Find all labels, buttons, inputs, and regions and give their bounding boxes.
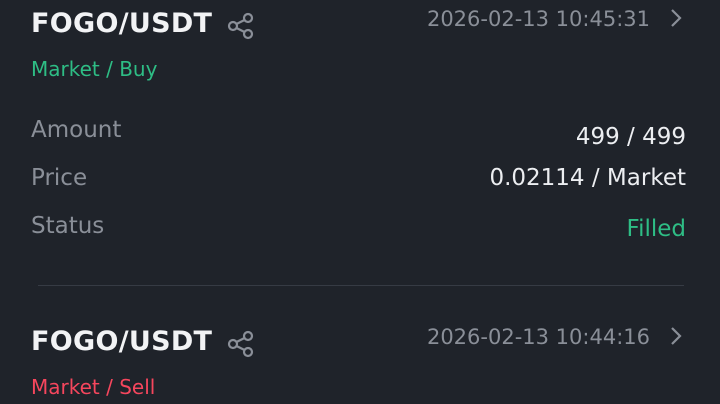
price-label: Price — [31, 165, 88, 191]
amount-label: Amount — [31, 117, 122, 143]
share-icon[interactable] — [226, 11, 256, 41]
order-type-sell: Market / Sell — [31, 375, 156, 399]
trading-pair: FOGO/USDT — [31, 8, 213, 39]
trading-pair: FOGO/USDT — [31, 326, 213, 357]
order-datetime: 2026-02-13 10:44:16 — [426, 325, 650, 349]
chevron-right-icon[interactable] — [666, 6, 686, 30]
share-icon[interactable] — [226, 329, 256, 359]
amount-value: 499 / 499 — [575, 124, 686, 150]
status-value: Filled — [626, 216, 686, 242]
price-value: 0.02114 / Market — [489, 165, 686, 191]
order-type-buy: Market / Buy — [31, 57, 158, 81]
divider — [38, 285, 684, 286]
chevron-right-icon[interactable] — [666, 324, 686, 348]
status-label: Status — [31, 213, 105, 239]
order-datetime: 2026-02-13 10:45:31 — [426, 7, 650, 31]
